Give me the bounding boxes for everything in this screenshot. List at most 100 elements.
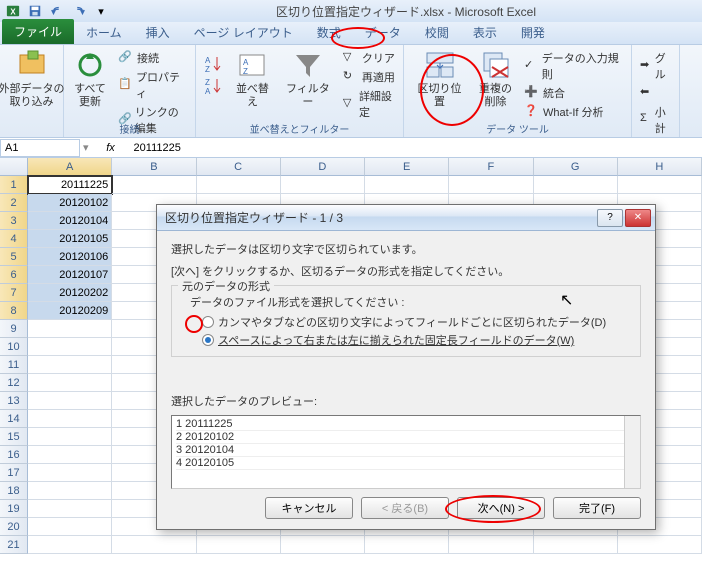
col-A[interactable]: A xyxy=(28,158,112,176)
cell[interactable] xyxy=(112,176,196,194)
row-10[interactable]: 10 xyxy=(0,338,28,356)
undo-icon[interactable] xyxy=(48,2,66,20)
clear-filter-button[interactable]: ▽クリア xyxy=(341,49,397,67)
row-3[interactable]: 3 xyxy=(0,212,28,230)
cell[interactable] xyxy=(28,338,112,356)
cell[interactable] xyxy=(197,176,281,194)
tab-file[interactable]: ファイル xyxy=(2,19,74,44)
radio-fixed-row[interactable]: スペースによって右または左に揃えられた固定長フィールドのデータ(W) xyxy=(202,332,630,348)
cell[interactable]: 20120105 xyxy=(28,230,112,248)
cell[interactable]: 20120104 xyxy=(28,212,112,230)
row-13[interactable]: 13 xyxy=(0,392,28,410)
sort-button[interactable]: AZ 並べ替え xyxy=(230,47,275,111)
cell[interactable] xyxy=(28,356,112,374)
preview-scrollbar[interactable] xyxy=(624,416,640,488)
reapply-button[interactable]: ↻再適用 xyxy=(341,68,397,86)
cell[interactable] xyxy=(449,536,533,554)
row-17[interactable]: 17 xyxy=(0,464,28,482)
cell[interactable] xyxy=(449,176,533,194)
radio-delimited[interactable] xyxy=(202,316,214,328)
tab-insert[interactable]: 挿入 xyxy=(134,21,182,44)
filter-button[interactable]: フィルター xyxy=(281,47,335,111)
row-16[interactable]: 16 xyxy=(0,446,28,464)
tab-data[interactable]: データ xyxy=(353,21,413,44)
cell[interactable] xyxy=(28,428,112,446)
redo-icon[interactable] xyxy=(70,2,88,20)
refresh-all-button[interactable]: すべて 更新 xyxy=(70,47,110,111)
row-15[interactable]: 15 xyxy=(0,428,28,446)
sort-desc-icon[interactable]: ZA xyxy=(202,75,224,97)
cell[interactable] xyxy=(28,320,112,338)
row-8[interactable]: 8 xyxy=(0,302,28,320)
external-data-button[interactable]: 外部データの 取り込み xyxy=(0,47,69,111)
next-button[interactable]: 次へ(N) > xyxy=(457,497,545,519)
properties-button[interactable]: 📋プロパティ xyxy=(116,68,189,102)
ungroup-button[interactable]: ⬅ xyxy=(638,84,673,102)
cell[interactable] xyxy=(197,536,281,554)
row-6[interactable]: 6 xyxy=(0,266,28,284)
radio-fixed[interactable] xyxy=(202,334,214,346)
tab-developer[interactable]: 開発 xyxy=(509,21,557,44)
cell[interactable]: 20111225 xyxy=(28,176,112,194)
formula-input[interactable]: 20111225 xyxy=(130,142,702,154)
cell[interactable]: 20120209 xyxy=(28,302,112,320)
col-B[interactable]: B xyxy=(112,158,196,176)
cell[interactable] xyxy=(28,410,112,428)
tab-layout[interactable]: ページ レイアウト xyxy=(182,21,305,44)
cell[interactable] xyxy=(618,176,702,194)
row-5[interactable]: 5 xyxy=(0,248,28,266)
consolidate-button[interactable]: ➕統合 xyxy=(522,84,625,102)
row-19[interactable]: 19 xyxy=(0,500,28,518)
cell[interactable] xyxy=(281,176,365,194)
cell[interactable] xyxy=(534,536,618,554)
col-F[interactable]: F xyxy=(449,158,533,176)
row-18[interactable]: 18 xyxy=(0,482,28,500)
cell[interactable]: 20120107 xyxy=(28,266,112,284)
qat-more-icon[interactable]: ▾ xyxy=(92,2,110,20)
cell[interactable] xyxy=(281,536,365,554)
connections-button[interactable]: 🔗接続 xyxy=(116,49,189,67)
cell[interactable] xyxy=(534,176,618,194)
col-E[interactable]: E xyxy=(365,158,449,176)
row-21[interactable]: 21 xyxy=(0,536,28,554)
row-4[interactable]: 4 xyxy=(0,230,28,248)
cell[interactable] xyxy=(112,536,196,554)
cell[interactable]: 20120202 xyxy=(28,284,112,302)
whatif-button[interactable]: ❓What-If 分析 xyxy=(522,103,625,121)
sort-asc-icon[interactable]: AZ xyxy=(202,53,224,75)
cell[interactable] xyxy=(365,176,449,194)
remove-duplicates-button[interactable]: 重複の 削除 xyxy=(475,47,516,111)
tab-formulas[interactable]: 数式 xyxy=(305,21,353,44)
cell[interactable]: 20120106 xyxy=(28,248,112,266)
cell[interactable] xyxy=(28,446,112,464)
finish-button[interactable]: 完了(F) xyxy=(553,497,641,519)
close-button[interactable]: ✕ xyxy=(625,209,651,227)
tab-view[interactable]: 表示 xyxy=(461,21,509,44)
row-14[interactable]: 14 xyxy=(0,410,28,428)
cell[interactable] xyxy=(28,536,112,554)
cell[interactable] xyxy=(28,374,112,392)
subtotal-button[interactable]: Σ小計 xyxy=(638,103,673,137)
col-H[interactable]: H xyxy=(618,158,702,176)
tab-review[interactable]: 校閲 xyxy=(413,21,461,44)
data-validation-button[interactable]: ✓データの入力規則 xyxy=(522,49,625,83)
cell[interactable] xyxy=(618,536,702,554)
row-2[interactable]: 2 xyxy=(0,194,28,212)
row-1[interactable]: 1 xyxy=(0,176,28,194)
cell[interactable]: 20120102 xyxy=(28,194,112,212)
cell[interactable] xyxy=(28,518,112,536)
help-button[interactable]: ? xyxy=(597,209,623,227)
col-G[interactable]: G xyxy=(534,158,618,176)
col-D[interactable]: D xyxy=(281,158,365,176)
cell[interactable] xyxy=(365,536,449,554)
select-all-corner[interactable] xyxy=(0,158,28,176)
group-button[interactable]: ➡グル xyxy=(638,49,673,83)
tab-home[interactable]: ホーム xyxy=(74,21,134,44)
cell[interactable] xyxy=(28,482,112,500)
radio-delimited-row[interactable]: カンマやタブなどの区切り文字によってフィールドごとに区切られたデータ(D) xyxy=(202,314,630,330)
row-9[interactable]: 9 xyxy=(0,320,28,338)
cancel-button[interactable]: キャンセル xyxy=(265,497,353,519)
cell[interactable] xyxy=(28,500,112,518)
text-to-columns-button[interactable]: 区切り位置 xyxy=(410,47,469,111)
advanced-filter-button[interactable]: ▽詳細設定 xyxy=(341,87,397,121)
